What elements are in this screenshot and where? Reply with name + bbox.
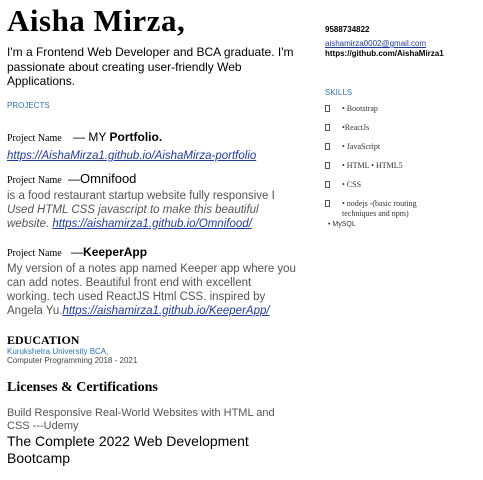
project-separator: —: [71, 245, 84, 259]
license-item: Build Responsive Real-World Websites wit…: [7, 407, 275, 432]
skill-label: • JavaScript: [342, 142, 381, 151]
skill-item: •ReactJs: [325, 123, 445, 133]
contact-github[interactable]: https://github.com/AishaMirza1: [325, 49, 444, 59]
skill-label: • CSS: [342, 180, 362, 189]
project-title-row: Project Name —KeeperApp: [7, 245, 297, 262]
checkbox-icon: [325, 105, 330, 112]
skill-label: •ReactJs: [342, 123, 370, 132]
projects-heading: PROJECTS: [7, 101, 50, 110]
project-name-label: Project Name: [7, 248, 62, 259]
license-item: The Complete 2022 Web Development Bootca…: [7, 433, 249, 466]
project-title-row: Project Name — MY Portfolio.: [7, 129, 307, 147]
education-detail: Computer Programming 2018 - 2021: [7, 356, 138, 365]
project-keeperapp: Project Name —KeeperApp My version of a …: [7, 245, 297, 318]
project-title: Omnifood: [80, 171, 137, 186]
contact-block: 9588734822 aishamirza0002@gmail.com http…: [325, 25, 444, 59]
education-heading: EDUCATION: [7, 333, 80, 347]
project-link[interactable]: https://aishamirza1.github.io/KeeperApp/: [62, 305, 269, 317]
project-name-label: Project Name: [7, 133, 62, 144]
intro-text: I'm a Frontend Web Developer and BCA gra…: [7, 45, 294, 88]
skill-item: • JavaScript: [325, 142, 445, 152]
project-omnifood: Project Name —Omnifood is a food restaur…: [7, 171, 297, 231]
skill-item-mysql: • MySQL: [328, 221, 356, 228]
skills-list: • Bootstrap •ReactJs • JavaScript • HTML…: [325, 104, 445, 228]
education-institution: Kurukshetra University BCA,: [7, 347, 109, 356]
checkbox-icon: [325, 200, 330, 207]
contact-email[interactable]: aishamirza0002@gmail.com: [325, 39, 444, 49]
project-description: My version of a notes app named Keeper a…: [7, 262, 297, 318]
resume-name: Aisha Mirza,: [7, 3, 186, 38]
project-title-row: Project Name —Omnifood: [7, 171, 297, 189]
project-description-text: is a food restaurant startup website ful…: [7, 189, 275, 202]
skill-label: • Bootstrap: [342, 104, 378, 113]
project-link[interactable]: https://AishaMirza1.github.io/AishaMirza…: [7, 150, 256, 162]
skill-item: • HTML • HTML5: [325, 161, 445, 171]
skill-item: • CSS: [325, 180, 445, 190]
checkbox-icon: [325, 162, 330, 169]
skill-item: • nodejs -(basic routing techniques and …: [325, 199, 445, 219]
skill-label: • nodejs -(basic routing techniques and …: [342, 199, 417, 218]
project-name-label: Project Name: [7, 175, 62, 186]
licenses-heading: Licenses & Certifications: [7, 380, 158, 395]
project-title: Portfolio.: [109, 130, 163, 144]
project-description: is a food restaurant startup website ful…: [7, 189, 297, 231]
project-separator: — MY: [73, 130, 110, 144]
skill-label: • HTML • HTML5: [342, 161, 403, 170]
skills-heading: SKILLS: [325, 88, 353, 97]
skill-item: • Bootstrap: [325, 104, 445, 114]
contact-phone: 9588734822: [325, 25, 370, 34]
checkbox-icon: [325, 181, 330, 188]
project-link[interactable]: https://aishamirza1.github.io/Omnifood/: [52, 218, 251, 230]
checkbox-icon: [325, 124, 330, 131]
project-portfolio: Project Name — MY Portfolio. https://Ais…: [7, 129, 307, 164]
checkbox-icon: [325, 143, 330, 150]
project-separator: —: [68, 172, 81, 186]
project-title: KeeperApp: [83, 245, 148, 259]
